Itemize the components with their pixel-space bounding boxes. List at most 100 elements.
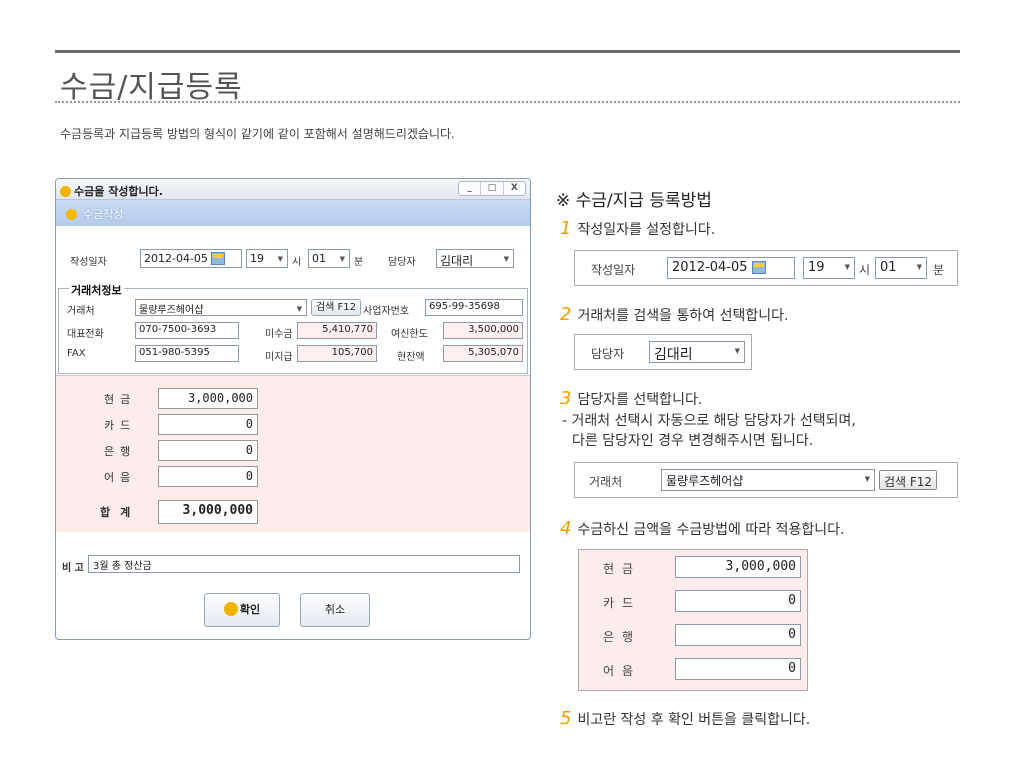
step-2: 2 거래처를 검색을 통하여 선택합니다. xyxy=(560,304,788,325)
ex-bank-label: 은행 xyxy=(603,630,642,644)
minimize-button[interactable]: _ xyxy=(459,182,482,195)
search-button[interactable]: 검색 F12 xyxy=(311,299,361,316)
step-2-number: 2 xyxy=(560,304,572,325)
total-label: 합계 xyxy=(100,506,141,519)
step-1-example: 작성일자 2012-04-05 19 시 01 분 xyxy=(574,250,958,286)
fax-label: FAX xyxy=(67,348,86,359)
date-label: 작성일자 xyxy=(70,257,107,268)
hour-select[interactable]: 19 xyxy=(246,249,288,268)
calendar-icon[interactable] xyxy=(211,252,226,265)
dialog-subtitle: 수금작성 xyxy=(83,208,124,221)
step-2-text: 거래처를 검색을 통하여 선택합니다. xyxy=(577,308,789,324)
close-button[interactable]: X xyxy=(504,182,525,195)
payable-field: 105,700 xyxy=(297,345,377,362)
ex-client-select: 물량루즈헤어샵 xyxy=(661,469,875,491)
ex-bill-input: 0 xyxy=(675,658,801,680)
ex-minute-unit: 분 xyxy=(933,263,945,277)
collection-dialog: 수금을 작성합니다. _ □ X 수금작성 작성일자 2012-04-05 19… xyxy=(55,178,531,640)
ex-manager-select: 김대리 xyxy=(649,341,745,363)
ex-date-label: 작성일자 xyxy=(591,263,636,277)
ex-hour-unit: 시 xyxy=(859,263,871,277)
client-info-title: 거래처정보 xyxy=(69,282,124,298)
ex-cash-input: 3,000,000 xyxy=(675,556,801,578)
step-3-text: 담당자를 선택합니다. xyxy=(577,392,703,408)
credit-limit-label: 여신한도 xyxy=(391,329,428,340)
biz-no-field[interactable]: 695-99-35698 xyxy=(425,299,523,316)
app-icon xyxy=(60,186,71,197)
step-1: 1 작성일자를 설정합니다. xyxy=(560,218,715,239)
balance-field: 5,305,070 xyxy=(443,345,523,362)
receivable-field: 5,410,770 xyxy=(297,322,377,339)
receivable-label: 미수금 xyxy=(265,329,293,340)
client-value: 물량루즈헤어샵 xyxy=(139,305,204,316)
date-input[interactable]: 2012-04-05 xyxy=(140,249,242,268)
guide-heading: ※ 수금/지급 등록방법 xyxy=(556,191,712,211)
biz-no-label: 사업자번호 xyxy=(363,306,409,317)
payable-label: 미지급 xyxy=(265,352,293,363)
step-4-text: 수금하신 금액을 수금방법에 따라 적용합니다. xyxy=(577,522,845,538)
step-5: 5 비고란 작성 후 확인 버튼을 클릭합니다. xyxy=(560,708,810,729)
ex-bank-input: 0 xyxy=(675,624,801,646)
rep-phone-field[interactable]: 070-7500-3693 xyxy=(135,322,239,339)
memo-input[interactable]: 3월 총 정산금 xyxy=(88,555,520,573)
ex-hour-select: 19 xyxy=(803,257,855,279)
ex-date-input: 2012-04-05 xyxy=(667,257,795,279)
ex-card-input: 0 xyxy=(675,590,801,612)
step-5-text: 비고란 작성 후 확인 버튼을 클릭합니다. xyxy=(577,712,811,728)
ex-manager-value: 김대리 xyxy=(654,347,693,363)
manager-select[interactable]: 김대리 xyxy=(436,249,514,268)
ex-bill-label: 어음 xyxy=(603,664,642,678)
cash-input[interactable]: 3,000,000 xyxy=(158,388,258,409)
minute-select[interactable]: 01 xyxy=(308,249,350,268)
header-rule xyxy=(55,50,960,53)
bank-label: 은행 xyxy=(104,445,137,458)
step-3: 3 담당자를 선택합니다. xyxy=(560,388,702,409)
ex-card-label: 카드 xyxy=(603,596,642,610)
ex-client-label: 거래처 xyxy=(589,475,623,489)
bank-input[interactable]: 0 xyxy=(158,440,258,461)
page-title: 수금/지급등록 xyxy=(60,70,243,105)
dialog-title: 수금을 작성합니다. xyxy=(74,185,163,198)
ex-minute-value: 01 xyxy=(880,260,897,275)
intro-text: 수금등록과 지급등록 방법의 형식이 같기에 같이 포함해서 설명해드리겠습니다… xyxy=(60,127,455,141)
add-user-icon xyxy=(223,602,238,616)
hour-value: 19 xyxy=(250,252,264,265)
ex-hour-value: 19 xyxy=(808,260,825,275)
bill-input[interactable]: 0 xyxy=(158,466,258,487)
confirm-button[interactable]: 확인 xyxy=(204,593,280,627)
date-value: 2012-04-05 xyxy=(144,252,208,265)
cancel-button[interactable]: 취소 xyxy=(300,593,370,627)
ex-date-value: 2012-04-05 xyxy=(672,260,748,275)
hour-unit: 시 xyxy=(292,257,302,268)
dotted-divider xyxy=(55,101,960,103)
credit-limit-field: 3,500,000 xyxy=(443,322,523,339)
client-select[interactable]: 물량루즈헤어샵 xyxy=(135,299,307,316)
step-3-note-2: 다른 담당자인 경우 변경해주시면 됩니다. xyxy=(572,433,814,449)
step-4-example: 현금 3,000,000 카드 0 은행 0 어음 0 xyxy=(578,549,808,691)
minute-value: 01 xyxy=(312,252,326,265)
fax-field[interactable]: 051-980-5395 xyxy=(135,345,239,362)
step-3-example: 거래처 물량루즈헤어샵 검색 F12 xyxy=(574,462,958,498)
dialog-titlebar: 수금을 작성합니다. _ □ X xyxy=(56,179,530,200)
cash-label: 현금 xyxy=(104,393,137,406)
balance-label: 현잔액 xyxy=(397,352,425,363)
total-field: 3,000,000 xyxy=(158,500,258,524)
ex-manager-label: 담당자 xyxy=(591,347,625,361)
ex-search-button: 검색 F12 xyxy=(879,470,938,490)
manager-label: 담당자 xyxy=(388,257,416,268)
memo-label: 비 고 xyxy=(62,563,84,574)
sun-icon xyxy=(66,209,77,220)
card-input[interactable]: 0 xyxy=(158,414,258,435)
step-1-text: 작성일자를 설정합니다. xyxy=(577,222,716,238)
maximize-button[interactable]: □ xyxy=(481,182,504,195)
window-controls: _ □ X xyxy=(458,181,526,196)
client-info-group: 거래처정보 거래처 물량루즈헤어샵 검색 F12 사업자번호 695-99-35… xyxy=(58,282,528,374)
rep-phone-label: 대표전화 xyxy=(67,329,104,340)
step-3-number: 3 xyxy=(560,388,572,409)
step-3-note-1: - 거래처 선택시 자동으로 해당 담당자가 선택되며, xyxy=(562,413,856,429)
step-5-number: 5 xyxy=(560,708,572,729)
card-label: 카드 xyxy=(104,419,137,432)
confirm-label: 확인 xyxy=(239,603,261,616)
minute-unit: 분 xyxy=(354,257,364,268)
step-2-example: 담당자 김대리 xyxy=(574,334,752,370)
